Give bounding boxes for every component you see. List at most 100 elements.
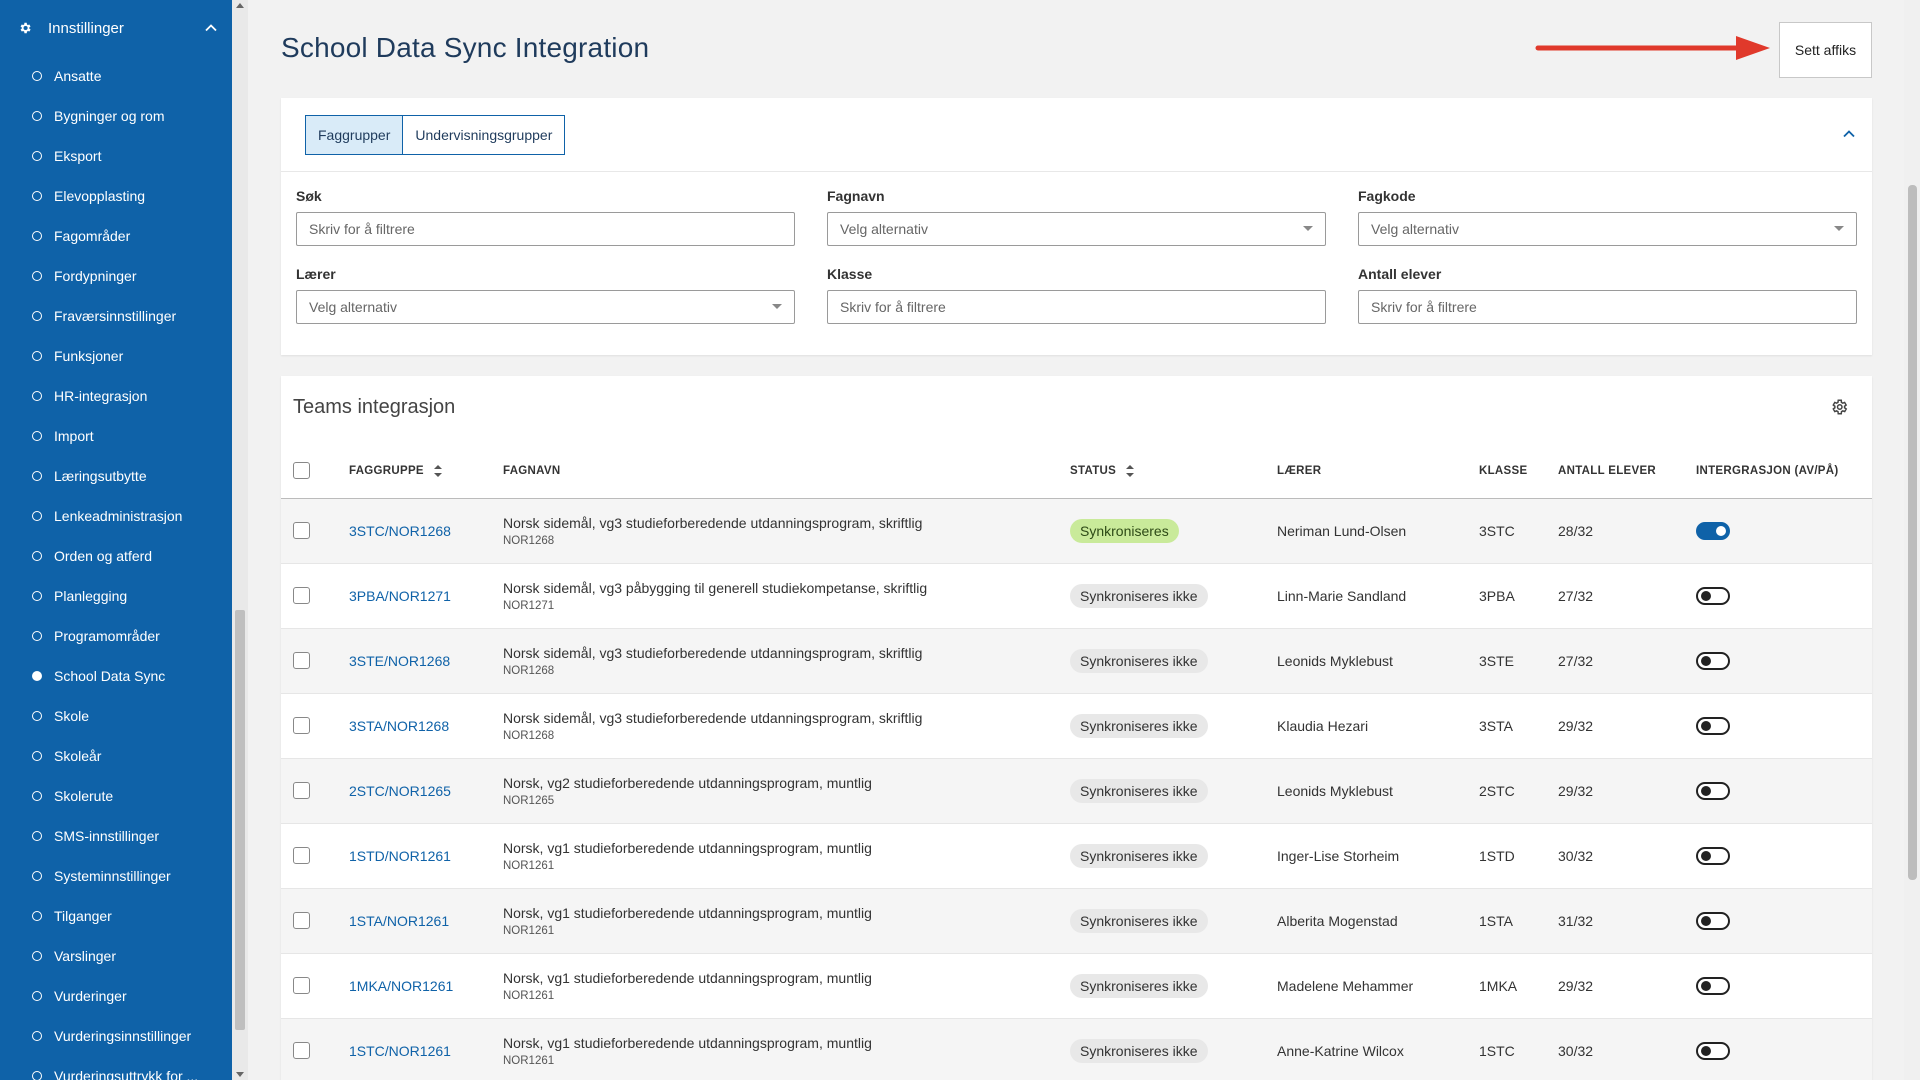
integration-toggle[interactable] (1696, 586, 1730, 605)
toggle-knob (1701, 850, 1711, 861)
sidebar-item-label: School Data Sync (54, 668, 166, 684)
scrollbar-thumb[interactable] (1908, 185, 1917, 880)
faggruppe-link[interactable]: 2STC/NOR1265 (349, 783, 451, 799)
sort-icon[interactable] (1126, 464, 1135, 477)
tab-faggrupper[interactable]: Faggrupper (305, 115, 404, 155)
sidebar-item[interactable]: Funksjoner (0, 336, 232, 376)
sidebar-scrollbar[interactable] (232, 0, 248, 1080)
sidebar-item[interactable]: HR-integrasjon (0, 376, 232, 416)
search-input[interactable]: Skriv for å filtrere (296, 212, 795, 246)
sidebar-item[interactable]: Læringsutbytte (0, 456, 232, 496)
row-checkbox[interactable] (293, 652, 310, 670)
sidebar-item[interactable]: Elevopplasting (0, 176, 232, 216)
sidebar-section-header[interactable]: Innstillinger (0, 0, 232, 56)
sidebar-item[interactable]: Fagområder (0, 216, 232, 256)
sort-icon[interactable] (433, 464, 442, 477)
faggruppe-link[interactable]: 1STD/NOR1261 (349, 848, 451, 864)
integration-toggle[interactable] (1696, 976, 1730, 995)
group-type-toggle: Faggrupper Undervisningsgrupper (305, 115, 566, 155)
row-checkbox-cell (281, 693, 349, 759)
faggruppe-link[interactable]: 3STC/NOR1268 (349, 523, 451, 539)
integration-toggle-cell (1696, 758, 1872, 824)
column-header-faggruppe[interactable]: FAGGRUPPE (349, 444, 503, 499)
column-label: FAGGRUPPE (349, 464, 424, 477)
row-checkbox[interactable] (293, 522, 310, 540)
chevron-up-icon[interactable] (204, 21, 218, 35)
laerer-select[interactable]: Velg alternativ (296, 290, 795, 324)
sidebar-item[interactable]: School Data Sync (0, 656, 232, 696)
sidebar-item[interactable]: Systeminnstillinger (0, 856, 232, 896)
integration-toggle[interactable] (1696, 716, 1730, 735)
scroll-up-arrow-icon[interactable] (236, 3, 244, 8)
filter-fagnavn: Fagnavn Velg alternativ (827, 188, 1326, 246)
sidebar-item[interactable]: Skole (0, 696, 232, 736)
faggruppe-link[interactable]: 3STE/NOR1268 (349, 653, 450, 669)
sidebar-item[interactable]: Skolerute (0, 776, 232, 816)
fagnavn-text: Norsk, vg1 studieforberedende utdannings… (503, 904, 872, 921)
sidebar-item[interactable]: Ansatte (0, 56, 232, 96)
sidebar-item[interactable]: Vurderinger (0, 976, 232, 1016)
fagkode-text: NOR1268 (503, 664, 555, 677)
integration-toggle[interactable] (1696, 521, 1730, 540)
page-scrollbar[interactable] (1904, 0, 1920, 1080)
integration-toggle[interactable] (1696, 846, 1730, 865)
faggruppe-link[interactable]: 1STA/NOR1261 (349, 913, 449, 929)
sidebar-item[interactable]: SMS-innstillinger (0, 816, 232, 856)
row-checkbox[interactable] (293, 912, 310, 930)
fagkode-select[interactable]: Velg alternativ (1358, 212, 1857, 246)
chevron-up-icon[interactable] (1842, 127, 1856, 141)
fagkode-text: NOR1265 (503, 794, 555, 807)
sidebar-item[interactable]: Tilganger (0, 896, 232, 936)
bullet-icon (32, 991, 42, 1001)
sidebar-item[interactable]: Planlegging (0, 576, 232, 616)
bullet-icon (32, 911, 42, 921)
faggruppe-link[interactable]: 3STA/NOR1268 (349, 718, 449, 734)
row-checkbox[interactable] (293, 977, 310, 995)
tab-undervisningsgrupper[interactable]: Undervisningsgrupper (403, 115, 566, 155)
sidebar-item[interactable]: Fordypninger (0, 256, 232, 296)
integration-toggle[interactable] (1696, 911, 1730, 930)
sidebar-item-label: Systeminnstillinger (54, 868, 171, 884)
sidebar-item[interactable]: Import (0, 416, 232, 456)
sidebar-item[interactable]: Lenkeadministrasjon (0, 496, 232, 536)
fagnavn-cell: Norsk sidemål, vg3 studieforberedende ut… (503, 498, 1070, 564)
set-affix-button[interactable]: Sett affiks (1779, 22, 1872, 78)
row-checkbox[interactable] (293, 717, 310, 735)
integration-toggle[interactable] (1696, 651, 1730, 670)
antall-elever-cell: 27/32 (1558, 563, 1696, 629)
row-checkbox[interactable] (293, 1042, 310, 1060)
klasse-input[interactable]: Skriv for å filtrere (827, 290, 1326, 324)
row-checkbox[interactable] (293, 847, 310, 865)
integration-toggle[interactable] (1696, 781, 1730, 800)
filter-panel: Faggrupper Undervisningsgrupper Søk Skri… (281, 98, 1872, 355)
sidebar-item[interactable]: Varslinger (0, 936, 232, 976)
row-checkbox-cell (281, 563, 349, 629)
sidebar-item[interactable]: Orden og atferd (0, 536, 232, 576)
gear-icon[interactable] (1830, 398, 1848, 416)
sidebar-item[interactable]: Vurderingsinnstillinger (0, 1016, 232, 1056)
sidebar: Innstillinger Ansatte Bygninger og rom Eks… (0, 0, 232, 1080)
fagnavn-select[interactable]: Velg alternativ (827, 212, 1326, 246)
sidebar-item[interactable]: Vurderingsuttrykk for ... (0, 1056, 232, 1080)
select-all-checkbox[interactable] (293, 462, 310, 480)
faggruppe-link[interactable]: 1MKA/NOR1261 (349, 978, 453, 994)
sidebar-item[interactable]: Skoleår (0, 736, 232, 776)
row-checkbox-cell (281, 888, 349, 954)
sidebar-item[interactable]: Eksport (0, 136, 232, 176)
scrollbar-thumb[interactable] (235, 610, 245, 1030)
sidebar-item[interactable]: Bygninger og rom (0, 96, 232, 136)
antall-elever-input[interactable]: Skriv for å filtrere (1358, 290, 1857, 324)
integration-toggle[interactable] (1696, 1041, 1730, 1060)
scroll-down-arrow-icon[interactable] (236, 1072, 244, 1077)
sidebar-item-label: Elevopplasting (54, 188, 146, 204)
row-checkbox[interactable] (293, 782, 310, 800)
column-header-klasse: KLASSE (1479, 444, 1558, 499)
faggruppe-link[interactable]: 1STC/NOR1261 (349, 1043, 451, 1059)
sidebar-item[interactable]: Fraværsinnstillinger (0, 296, 232, 336)
sidebar-item[interactable]: Programområder (0, 616, 232, 656)
column-header-status[interactable]: STATUS (1070, 444, 1277, 499)
row-checkbox[interactable] (293, 587, 310, 605)
row-checkbox-cell (281, 1018, 349, 1080)
faggruppe-link[interactable]: 3PBA/NOR1271 (349, 588, 451, 604)
fagnavn-cell: Norsk, vg1 studieforberedende utdannings… (503, 1018, 1070, 1080)
